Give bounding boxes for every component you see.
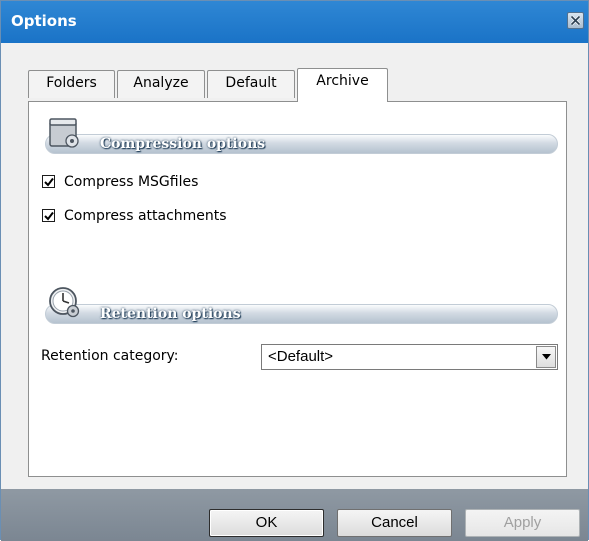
tab-folders[interactable]: Folders (28, 70, 115, 98)
cancel-button[interactable]: Cancel (337, 509, 452, 537)
compress-msg-files-label: Compress MSGfiles (64, 174, 199, 190)
title-bar[interactable]: Options (1, 1, 588, 43)
apply-button[interactable]: Apply (465, 509, 580, 537)
archive-box-icon (47, 116, 83, 154)
dialog-footer: OK Cancel Apply (1, 489, 588, 541)
options-dialog: Options Folders Analyze Default Archive … (0, 0, 589, 541)
compression-section-label: Compression options (100, 136, 266, 152)
tab-analyze[interactable]: Analyze (117, 70, 205, 98)
dropdown-button[interactable] (536, 346, 556, 368)
archive-tab-panel: Compression options Compress MSGfiles Co… (28, 101, 567, 477)
tab-label: Default (225, 75, 277, 91)
retention-section-header: Retention options (45, 304, 558, 324)
tab-label: Analyze (133, 75, 189, 91)
ok-button[interactable]: OK (209, 509, 324, 537)
dialog-title: Options (11, 12, 77, 30)
close-button[interactable] (567, 12, 584, 29)
retention-category-label: Retention category: (41, 348, 179, 364)
retention-category-dropdown[interactable]: <Default> (261, 344, 558, 370)
tab-archive[interactable]: Archive (297, 68, 388, 102)
clock-gear-icon (47, 285, 83, 323)
retention-section-label: Retention options (100, 306, 241, 322)
compress-attachments-checkbox[interactable] (42, 209, 55, 222)
compression-section-header: Compression options (45, 134, 558, 154)
compress-attachments-label: Compress attachments (64, 208, 227, 224)
tab-label: Archive (316, 73, 369, 89)
tab-label: Folders (46, 75, 97, 91)
tab-default[interactable]: Default (207, 70, 295, 98)
chevron-down-icon (542, 354, 551, 360)
compress-msg-files-checkbox[interactable] (42, 175, 55, 188)
retention-category-value: <Default> (268, 348, 334, 365)
